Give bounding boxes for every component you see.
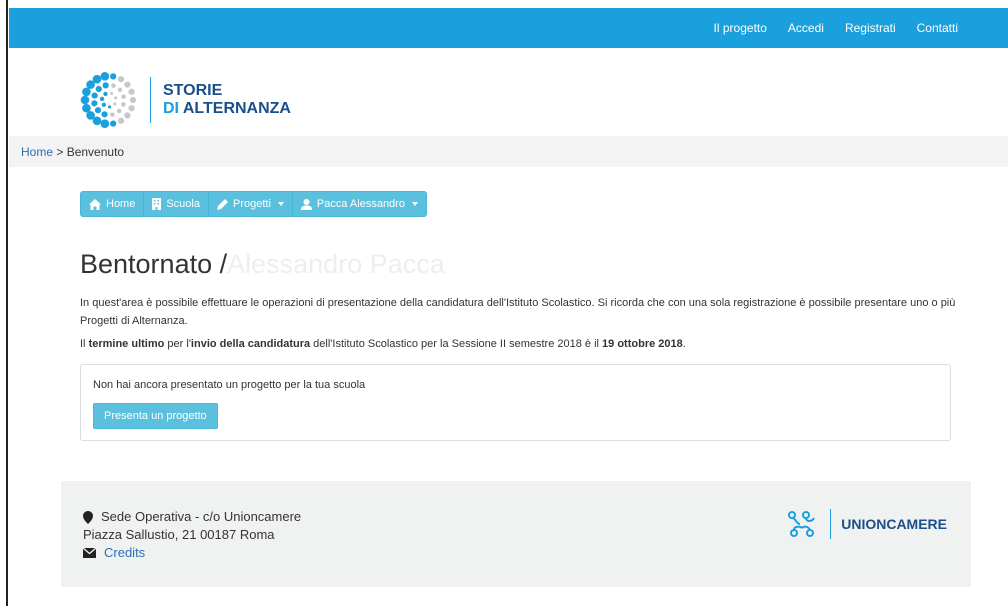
nav-contatti[interactable]: Contatti bbox=[917, 21, 958, 35]
footer-address-line: Piazza Sallustio, 21 00187 Roma bbox=[83, 527, 275, 542]
footer-address-title: Sede Operativa - c/o Unioncamere bbox=[101, 509, 302, 524]
deadline-date: 19 ottobre 2018 bbox=[602, 338, 683, 350]
unioncamere-name: UNIONCAMERE bbox=[841, 516, 947, 532]
pill-user-label: Pacca Alessandro bbox=[316, 198, 405, 210]
pill-home-label: Home bbox=[106, 198, 136, 210]
footer-address: Sede Operativa - c/o Unioncamere Piazza … bbox=[83, 508, 301, 562]
project-panel: Non hai ancora presentato un progetto pe… bbox=[80, 364, 951, 441]
dots-circle-logo-icon bbox=[80, 72, 137, 128]
deadline-bold-2: invio della candidatura bbox=[190, 338, 311, 350]
chevron-down-icon bbox=[277, 202, 284, 206]
nav-registrati[interactable]: Registrati bbox=[845, 21, 896, 35]
brand-name: STORIE DI ALTERNANZA bbox=[163, 82, 291, 118]
brand-separator bbox=[150, 77, 151, 123]
top-nav: Il progetto Accedi Registrati Contatti bbox=[714, 8, 958, 48]
envelope-icon bbox=[83, 548, 96, 558]
home-icon bbox=[89, 198, 101, 210]
unioncamere-logo-icon bbox=[788, 510, 816, 538]
frame-top bbox=[0, 0, 1008, 8]
section-nav: Home Scuola Progetti Pacca Alessandro bbox=[80, 191, 427, 217]
footer-address-title-row: Sede Operativa - c/o Unioncamere bbox=[83, 508, 301, 526]
no-project-message: Non hai ancora presentato un progetto pe… bbox=[93, 379, 366, 391]
breadcrumb-current: Benvenuto bbox=[66, 145, 125, 159]
deadline-text-2: per l' bbox=[164, 338, 191, 350]
deadline-text-3: dell'Istituto Scolastico per la Sessione… bbox=[310, 338, 603, 350]
welcome-prefix: Bentornato / bbox=[80, 249, 228, 279]
pill-scuola-label: Scuola bbox=[166, 198, 200, 210]
footer-credits-row: Credits bbox=[83, 544, 301, 562]
footer-logo-separator bbox=[830, 509, 832, 539]
building-icon bbox=[152, 198, 162, 210]
brand-alternanza: ALTERNANZA bbox=[179, 100, 291, 117]
chevron-down-icon bbox=[411, 202, 418, 206]
pencil-icon bbox=[216, 198, 228, 210]
pill-scuola[interactable]: Scuola bbox=[144, 192, 209, 216]
brand-line1: STORIE bbox=[163, 82, 223, 99]
breadcrumb: Home > Benvenuto bbox=[21, 145, 124, 159]
page-title: Bentornato /Alessandro Pacca bbox=[80, 249, 445, 280]
map-marker-icon bbox=[83, 510, 93, 524]
deadline-bold-1: termine ultimo bbox=[88, 338, 165, 350]
user-icon bbox=[300, 198, 312, 210]
brand-di: DI bbox=[163, 100, 179, 117]
unioncamere-logo[interactable]: UNIONCAMERE bbox=[786, 508, 947, 540]
credits-link[interactable]: Credits bbox=[104, 544, 145, 562]
pill-user[interactable]: Pacca Alessandro bbox=[293, 192, 426, 216]
deadline-text-1: Il bbox=[80, 338, 89, 350]
brand-line2: DI ALTERNANZA bbox=[163, 100, 291, 118]
deadline-text-4: . bbox=[682, 338, 686, 350]
nav-accedi[interactable]: Accedi bbox=[788, 21, 824, 35]
welcome-name: Alessandro Pacca bbox=[227, 249, 445, 279]
pill-home[interactable]: Home bbox=[81, 192, 145, 216]
brand[interactable]: STORIE DI ALTERNANZA bbox=[78, 70, 291, 130]
deadline-paragraph: Il termine ultimo per l'invio della cand… bbox=[80, 338, 960, 350]
footer: Sede Operativa - c/o Unioncamere Piazza … bbox=[61, 481, 971, 587]
intro-paragraph: In quest'area è possibile effettuare le … bbox=[80, 297, 956, 327]
pill-progetti-label: Progetti bbox=[232, 198, 271, 210]
breadcrumb-bar: Home > Benvenuto bbox=[9, 136, 1008, 167]
breadcrumb-home[interactable]: Home bbox=[21, 145, 53, 159]
frame-left bbox=[0, 0, 8, 606]
top-navbar: Il progetto Accedi Registrati Contatti bbox=[9, 8, 1008, 48]
nav-il-progetto[interactable]: Il progetto bbox=[714, 21, 767, 35]
present-project-button[interactable]: Presenta un progetto bbox=[93, 403, 218, 429]
pill-progetti[interactable]: Progetti bbox=[209, 192, 293, 216]
breadcrumb-separator: > bbox=[53, 145, 67, 159]
